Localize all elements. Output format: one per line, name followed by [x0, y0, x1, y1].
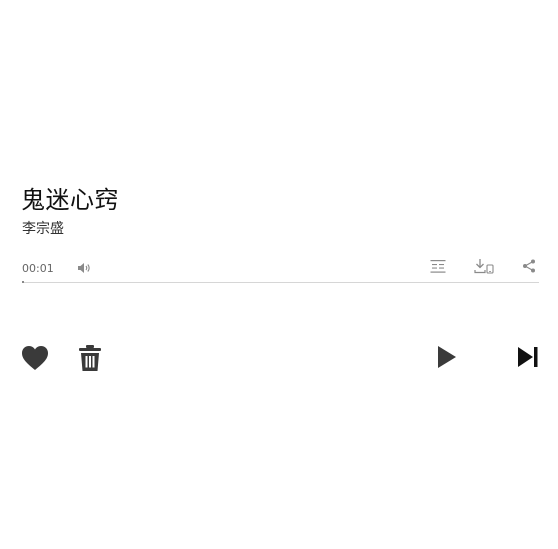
heart-icon[interactable] [21, 345, 49, 371]
artist-name: 李宗盛 [22, 221, 64, 237]
skip-next-icon[interactable] [517, 346, 538, 368]
song-title: 鬼迷心窍 [21, 186, 119, 214]
volume-icon[interactable] [77, 262, 91, 274]
play-icon[interactable] [437, 345, 457, 369]
download-to-device-icon[interactable] [474, 258, 494, 274]
current-time: 00:01 [22, 262, 54, 275]
share-icon[interactable] [522, 259, 536, 273]
progress-fill [22, 281, 24, 283]
progress-bar[interactable] [22, 281, 539, 283]
lyrics-icon[interactable] [430, 259, 446, 274]
trash-icon[interactable] [78, 344, 102, 372]
music-player: 鬼迷心窍 李宗盛 00:01 [0, 0, 558, 549]
